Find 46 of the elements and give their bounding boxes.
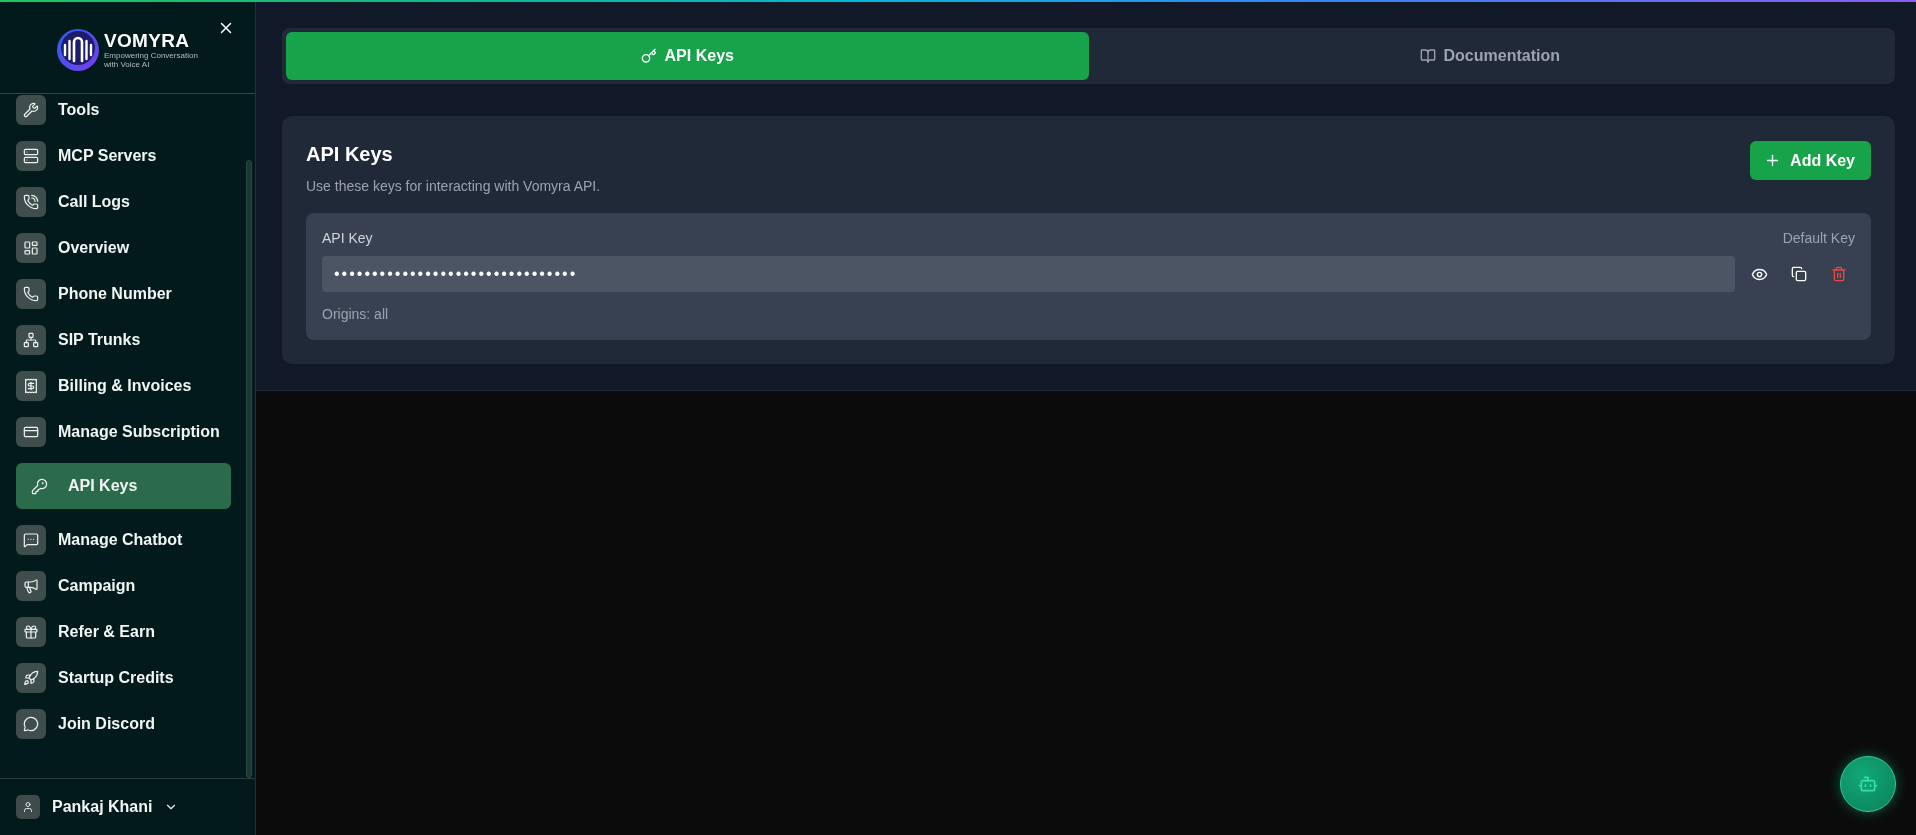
phone-icon	[16, 279, 46, 309]
nav-item[interactable]: Join Discord	[16, 701, 231, 747]
book-icon	[1419, 48, 1436, 64]
nav-item[interactable]: SIP Trunks	[16, 317, 231, 363]
nav-item[interactable]: Startup Credits	[16, 655, 231, 701]
nav-item[interactable]: Call Logs	[16, 179, 231, 225]
nav-item[interactable]: Campaign	[16, 563, 231, 609]
receipt-icon	[16, 371, 46, 401]
copy-icon	[1791, 266, 1807, 282]
api-key-field[interactable]: ••••••••••••••••••••••••••••••••	[322, 256, 1735, 292]
phone-call-icon	[16, 187, 46, 217]
nav-item[interactable]: Manage Subscription	[16, 409, 231, 455]
rocket-icon	[16, 663, 46, 693]
brand-tagline: Empowering Conversation with Voice AI	[104, 50, 199, 69]
user-avatar-icon	[16, 795, 40, 819]
gift-icon	[16, 617, 46, 647]
default-key-text: Default Key	[1782, 229, 1855, 248]
nav-item[interactable]: Phone Number	[16, 271, 231, 317]
user-menu-button[interactable]: Pankaj Khani	[16, 795, 179, 819]
tab[interactable]: Documentation	[1088, 32, 1891, 80]
key-icon	[640, 48, 657, 64]
nav-item[interactable]: Overview	[16, 225, 231, 271]
brand-name: VOMYRA	[104, 30, 190, 51]
bot-icon	[1858, 774, 1878, 794]
dashboard-icon	[16, 233, 46, 263]
credit-card-icon	[16, 417, 46, 447]
key-icon	[31, 477, 48, 495]
nav-item[interactable]: Tools	[16, 94, 231, 133]
megaphone-icon	[16, 571, 46, 601]
network-icon	[16, 325, 46, 355]
nav-item[interactable]: Refer & Earn	[16, 609, 231, 655]
card-title: API Keys	[306, 142, 394, 167]
key-origins: Origins: all	[322, 305, 390, 324]
trash-icon	[1831, 266, 1847, 282]
chat-icon	[16, 525, 46, 555]
server-icon	[16, 141, 46, 171]
nav-item[interactable]: Billing & Invoices	[16, 363, 231, 409]
chatbot-button[interactable]	[1840, 756, 1896, 812]
card-subtitle: Use these keys for interacting with Vomyra API.	[306, 177, 601, 196]
scrollbar-thumb[interactable]	[246, 160, 252, 778]
logo-icon	[55, 27, 101, 72]
key-label: API Key	[322, 229, 373, 248]
nav-item[interactable]: Manage Chatbot	[16, 517, 231, 563]
nav-item[interactable]: MCP Servers	[16, 133, 231, 179]
nav-item[interactable]: API Keys	[16, 463, 231, 509]
speech-bubble-icon	[16, 709, 46, 739]
